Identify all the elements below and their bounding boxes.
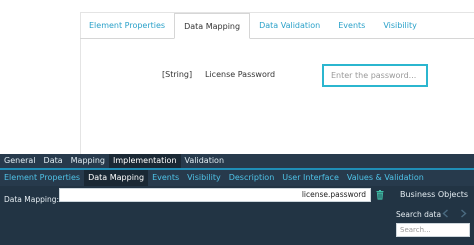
subtab-user-interface[interactable]: User Interface bbox=[278, 170, 343, 186]
tab-divider bbox=[80, 38, 474, 39]
panel-tab-data[interactable]: Data bbox=[40, 154, 67, 168]
arrow-right-icon[interactable] bbox=[459, 209, 468, 218]
panel-tab-implementation[interactable]: Implementation bbox=[108, 154, 181, 168]
properties-panel: General Data Mapping Implementation Vali… bbox=[0, 154, 474, 245]
tab-visibility[interactable]: Visibility bbox=[374, 14, 426, 38]
subtab-events[interactable]: Events bbox=[148, 170, 183, 186]
data-mapping-label: Data Mapping: bbox=[4, 195, 60, 204]
data-mapping-input[interactable]: license.password bbox=[59, 188, 371, 202]
panel-primary-tabs: General Data Mapping Implementation Vali… bbox=[0, 154, 228, 168]
form-designer: Element Properties Data Mapping Data Val… bbox=[0, 0, 474, 154]
subtab-description[interactable]: Description bbox=[225, 170, 279, 186]
trash-icon[interactable] bbox=[375, 190, 385, 200]
subtab-element-properties[interactable]: Element Properties bbox=[0, 170, 84, 186]
tab-data-validation[interactable]: Data Validation bbox=[250, 14, 329, 38]
search-input[interactable]: Search... bbox=[396, 223, 470, 237]
tab-element-properties[interactable]: Element Properties bbox=[80, 14, 174, 38]
panel-secondary-tabs: Element Properties Data Mapping Events V… bbox=[0, 170, 428, 186]
arrow-left-icon[interactable] bbox=[441, 209, 450, 218]
panel-tab-validation[interactable]: Validation bbox=[181, 154, 229, 168]
search-data-label: Search data bbox=[396, 210, 442, 219]
business-objects-title: Business Objects bbox=[400, 190, 469, 199]
tab-data-mapping[interactable]: Data Mapping bbox=[174, 13, 251, 39]
password-input[interactable]: Enter the password... bbox=[322, 64, 428, 87]
tab-events[interactable]: Events bbox=[329, 14, 374, 38]
field-type-label: [String] bbox=[162, 70, 193, 79]
panel-tab-general[interactable]: General bbox=[0, 154, 40, 168]
subtab-data-mapping[interactable]: Data Mapping bbox=[84, 170, 149, 186]
designer-tabbar: Element Properties Data Mapping Data Val… bbox=[80, 12, 426, 39]
field-name-label: License Password bbox=[205, 70, 276, 79]
subtab-values-validation[interactable]: Values & Validation bbox=[343, 170, 428, 186]
panel-tab-mapping[interactable]: Mapping bbox=[67, 154, 109, 168]
subtab-visibility[interactable]: Visibility bbox=[183, 170, 225, 186]
